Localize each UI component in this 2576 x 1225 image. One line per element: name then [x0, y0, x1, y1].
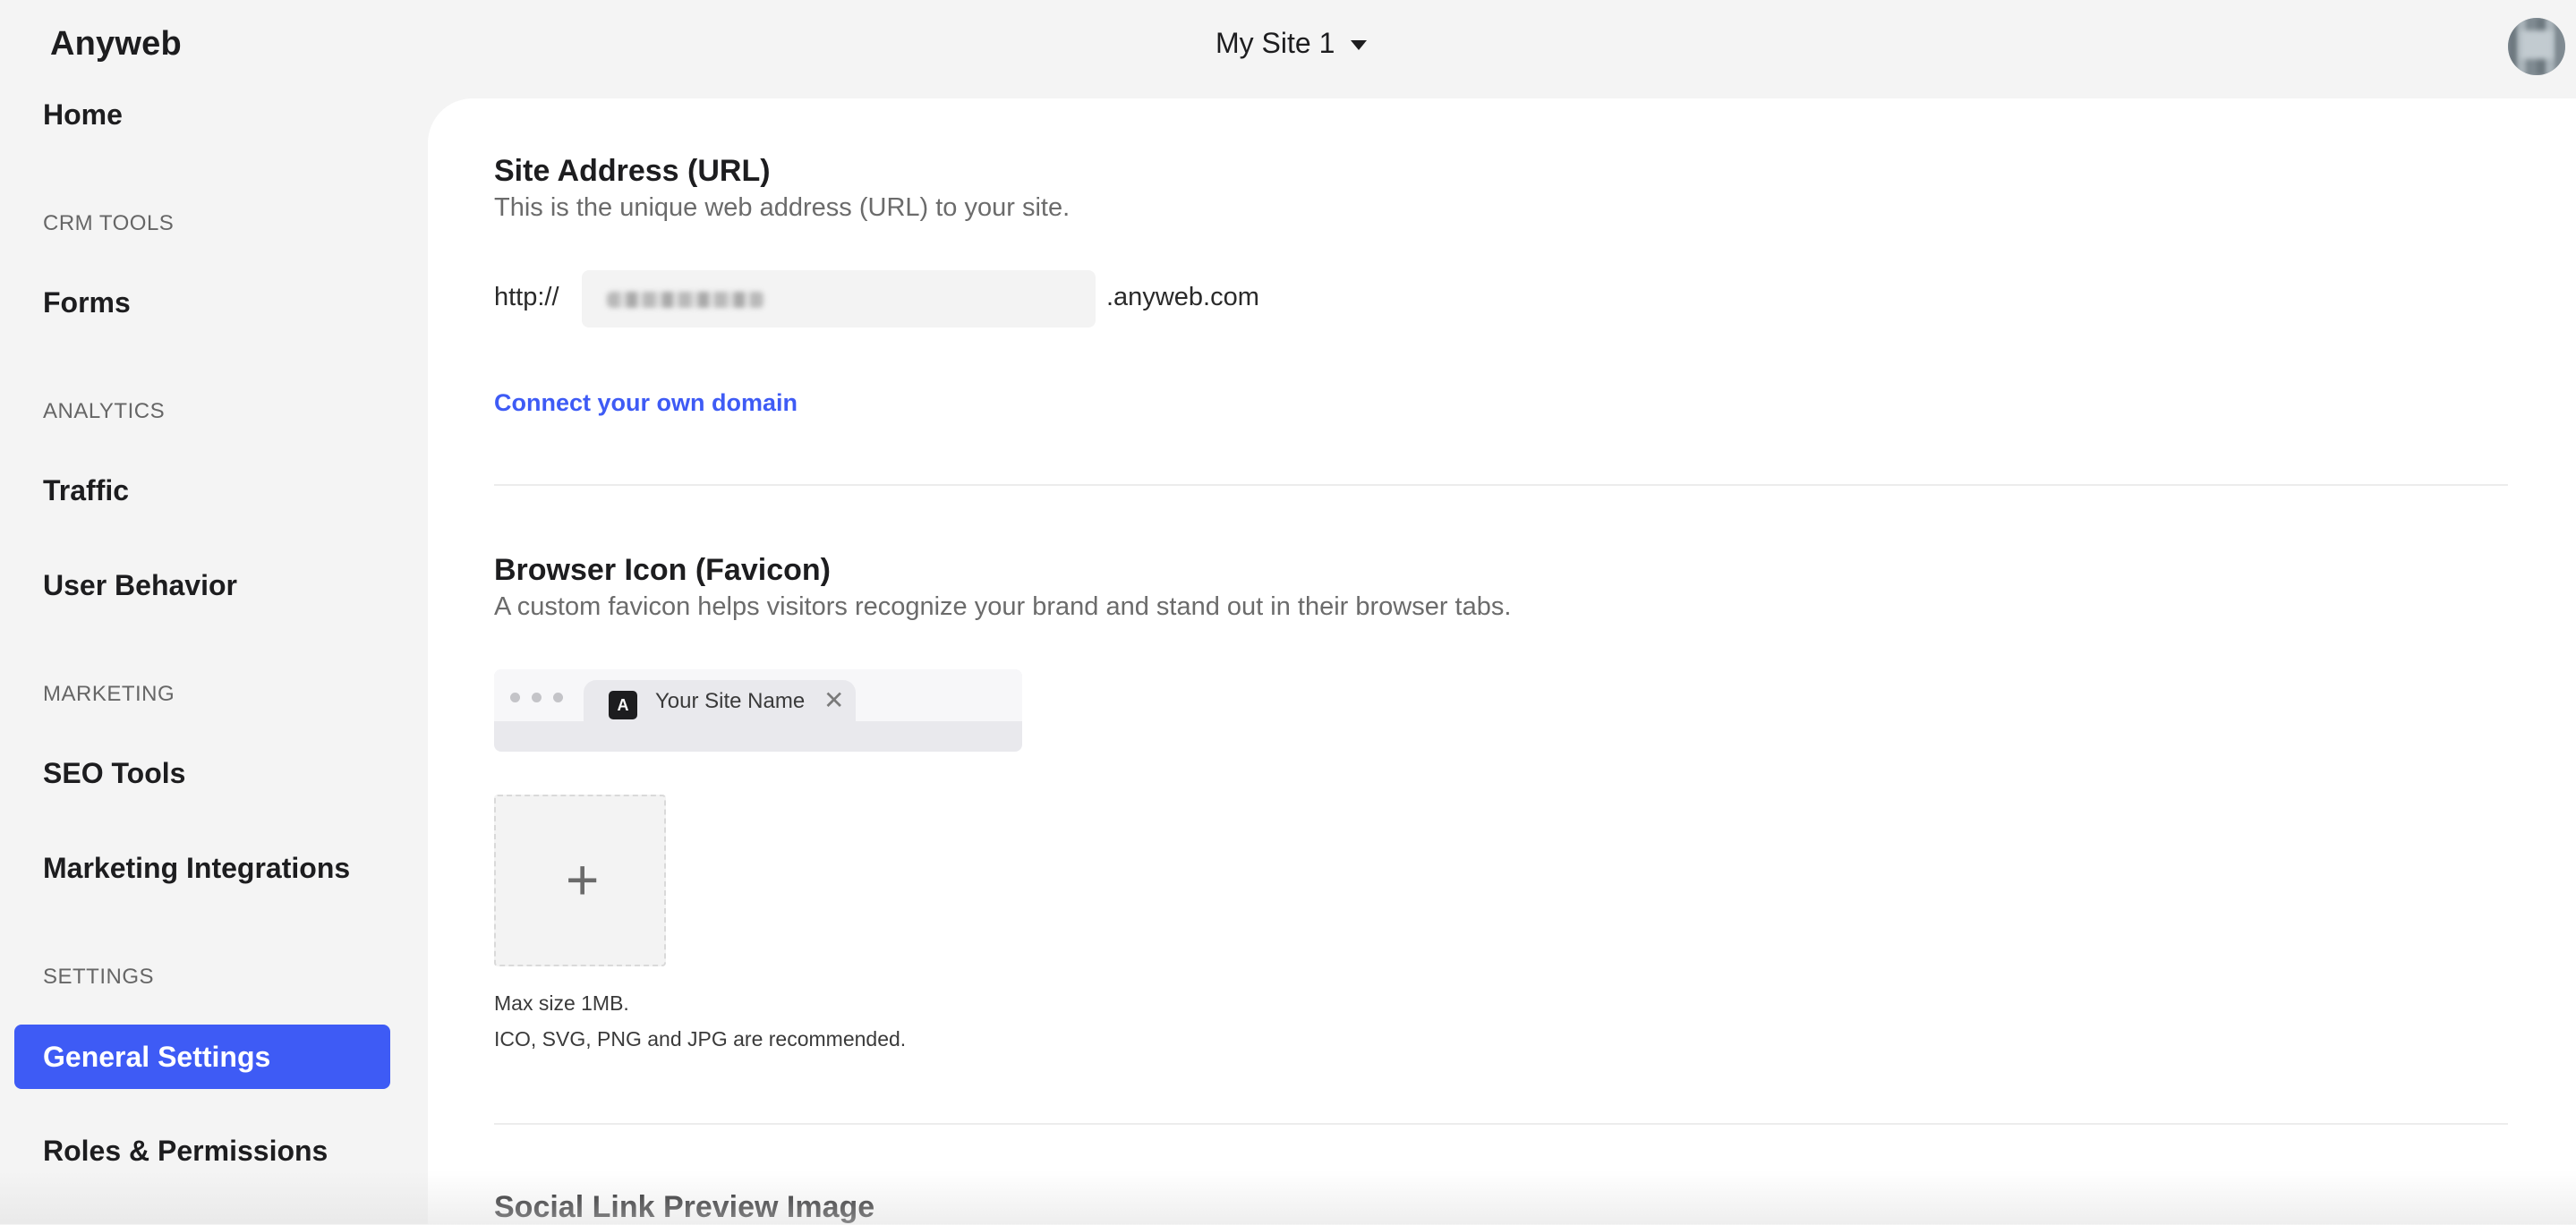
- window-dot-icon: [532, 693, 542, 702]
- sidebar-section-crm-tools: CRM TOOLS: [43, 211, 174, 236]
- sidebar-item-home[interactable]: Home: [43, 98, 123, 132]
- connect-domain-link[interactable]: Connect your own domain: [494, 389, 798, 417]
- favicon-format-note: ICO, SVG, PNG and JPG are recommended.: [494, 1027, 906, 1051]
- subdomain-value-redacted: [607, 292, 764, 308]
- favicon-letter-icon: A: [609, 691, 637, 719]
- favicon-preview: A Your Site Name ✕: [494, 669, 1022, 752]
- window-dot-icon: [510, 693, 520, 702]
- settings-panel: Site Address (URL) This is the unique we…: [428, 98, 2576, 1224]
- site-address-title: Site Address (URL): [494, 154, 771, 189]
- sidebar-item-user-behavior[interactable]: User Behavior: [43, 569, 237, 602]
- site-selector[interactable]: My Site 1: [1215, 27, 1367, 60]
- subdomain-input[interactable]: [582, 270, 1096, 328]
- sidebar-section-settings: SETTINGS: [43, 965, 154, 990]
- plus-icon: +: [566, 846, 599, 913]
- sidebar-section-marketing: MARKETING: [43, 682, 175, 707]
- url-suffix: .anyweb.com: [1106, 283, 1259, 312]
- favicon-upload-button[interactable]: +: [494, 795, 666, 966]
- sidebar-section-analytics: ANALYTICS: [43, 399, 165, 424]
- sidebar-item-roles-permissions[interactable]: Roles & Permissions: [43, 1135, 328, 1168]
- section-divider: [494, 1123, 2508, 1125]
- site-selector-label: My Site 1: [1215, 27, 1335, 60]
- favicon-size-note: Max size 1MB.: [494, 991, 629, 1016]
- close-icon: ✕: [823, 685, 844, 715]
- favicon-description: A custom favicon helps visitors recogniz…: [494, 592, 1511, 622]
- avatar[interactable]: [2508, 18, 2565, 75]
- sidebar-item-traffic[interactable]: Traffic: [43, 474, 129, 507]
- sidebar-item-forms[interactable]: Forms: [43, 286, 131, 319]
- favicon-title: Browser Icon (Favicon): [494, 553, 831, 588]
- preview-tab-title: Your Site Name: [655, 689, 805, 714]
- site-address-description: This is the unique web address (URL) to …: [494, 193, 1070, 223]
- top-bar: Anyweb My Site 1: [0, 0, 2576, 98]
- sidebar-item-general-settings[interactable]: General Settings: [14, 1025, 390, 1089]
- social-preview-title: Social Link Preview Image: [494, 1190, 874, 1225]
- section-divider: [494, 484, 2508, 486]
- caret-down-icon: [1351, 40, 1367, 50]
- url-prefix: http://: [494, 283, 559, 312]
- brand-logo: Anyweb: [50, 25, 182, 64]
- sidebar: Home CRM TOOLS Forms ANALYTICS Traffic U…: [0, 89, 428, 1224]
- window-dot-icon: [553, 693, 563, 702]
- sidebar-item-marketing-integrations[interactable]: Marketing Integrations: [43, 852, 350, 885]
- sidebar-item-seo-tools[interactable]: SEO Tools: [43, 757, 185, 790]
